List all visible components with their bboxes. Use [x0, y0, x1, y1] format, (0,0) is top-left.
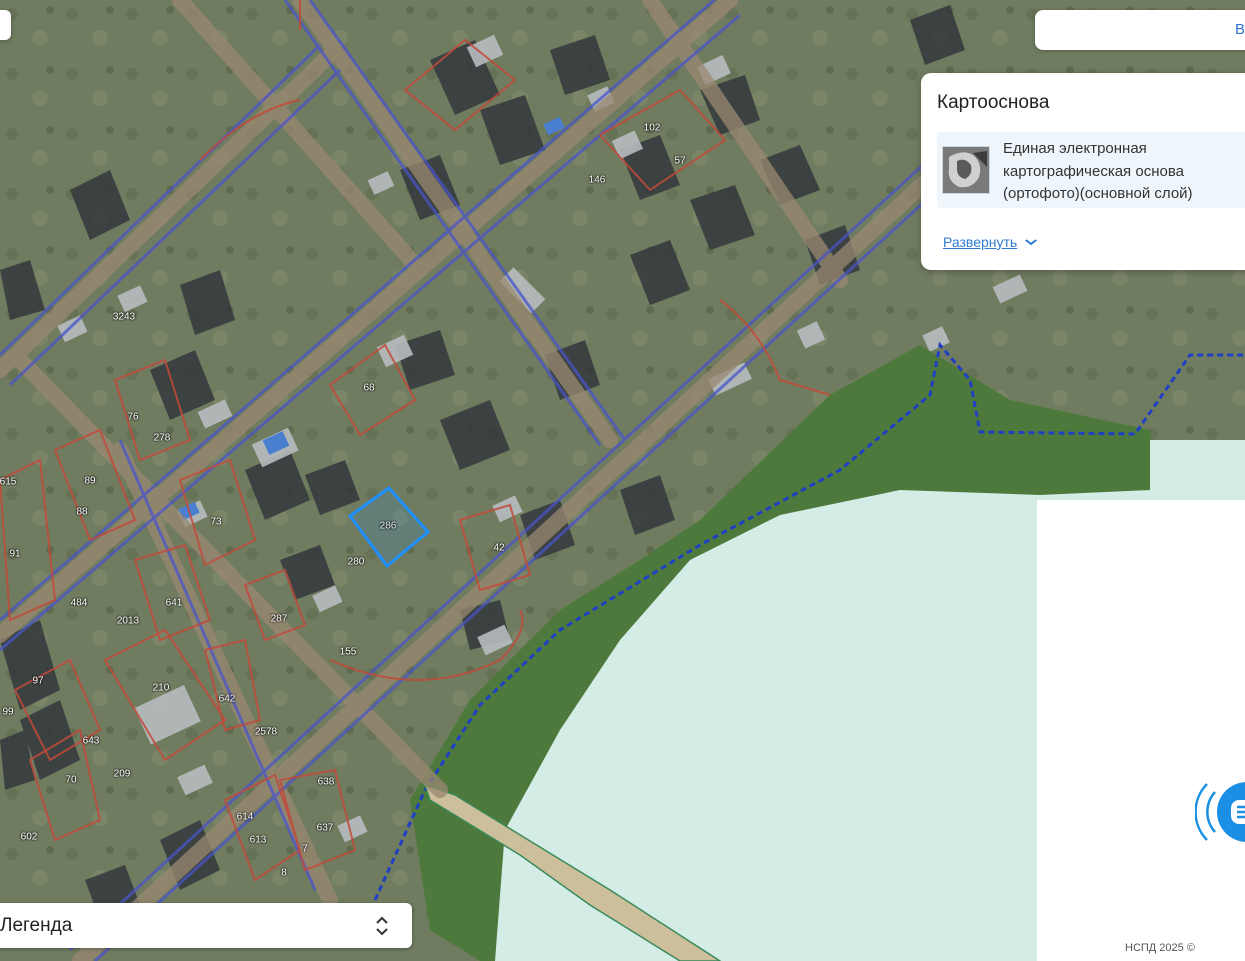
left-panel-toggle[interactable]	[0, 10, 11, 40]
parcel-label[interactable]: 613	[250, 835, 267, 846]
chevron-down-icon[interactable]	[1023, 237, 1039, 247]
parcel-label[interactable]: 615	[0, 477, 16, 488]
parcel-label[interactable]: 638	[318, 777, 335, 788]
parcel-label[interactable]: 280	[348, 557, 365, 568]
parcel-label[interactable]: 88	[76, 507, 87, 518]
parcel-label[interactable]: 637	[317, 823, 334, 834]
unrendered-tile-area	[1037, 500, 1245, 961]
panel-title: Картооснова	[937, 92, 1050, 113]
parcel-label[interactable]: 57	[674, 156, 685, 167]
parcel-label[interactable]: 99	[2, 707, 13, 718]
parcel-label[interactable]: 155	[340, 647, 357, 658]
parcel-label[interactable]: 642	[219, 694, 236, 705]
parcel-label[interactable]: 641	[166, 598, 183, 609]
chat-bubble-icon[interactable]	[1195, 774, 1245, 850]
parcel-label[interactable]: 614	[237, 812, 254, 823]
copyright-text: НСПД 2025 ©	[1125, 942, 1195, 954]
layer-name: Единая электронная картографическая осно…	[1003, 140, 1193, 202]
expand-link[interactable]: Развернуть	[943, 234, 1017, 250]
parcel-label[interactable]: 3243	[113, 312, 135, 323]
parcel-label[interactable]: 146	[589, 175, 606, 186]
basemap-panel: Картооснова Единая электронная картограф…	[921, 73, 1245, 270]
search-bar[interactable]: В	[1035, 10, 1245, 50]
parcel-label[interactable]: 7	[302, 844, 308, 855]
parcel-label[interactable]: 91	[9, 549, 20, 560]
legend-bar[interactable]: Легенда	[0, 903, 412, 948]
orthophoto-thumbnail-icon	[942, 146, 990, 194]
search-bar-text: В	[1235, 21, 1245, 38]
parcel-label[interactable]: 278	[154, 433, 171, 444]
parcel-label-selected[interactable]: 286	[380, 521, 397, 532]
parcel-label[interactable]: 70	[65, 775, 76, 786]
parcel-label[interactable]: 73	[210, 517, 221, 528]
parcel-label[interactable]: 2578	[255, 727, 277, 738]
parcel-label[interactable]: 97	[32, 676, 43, 687]
parcel-label[interactable]: 102	[644, 123, 661, 134]
parcel-label[interactable]: 209	[114, 769, 131, 780]
basemap-layer-item[interactable]: Единая электронная картографическая осно…	[937, 132, 1245, 208]
copyright-badge: НСПД 2025 ©	[1118, 938, 1245, 958]
parcel-label[interactable]: 484	[71, 598, 88, 609]
parcel-label[interactable]: 287	[271, 614, 288, 625]
parcel-label[interactable]: 76	[127, 412, 138, 423]
parcel-label[interactable]: 643	[83, 736, 100, 747]
parcel-label[interactable]: 210	[153, 683, 170, 694]
legend-label: Легенда	[0, 915, 73, 936]
parcel-label[interactable]: 42	[493, 543, 504, 554]
parcel-label[interactable]: 2013	[117, 616, 139, 627]
parcel-label[interactable]: 602	[21, 832, 38, 843]
parcel-label[interactable]: 89	[84, 476, 95, 487]
parcel-label[interactable]: 8	[281, 868, 287, 879]
chevron-up-down-icon[interactable]	[372, 913, 392, 939]
parcel-label[interactable]: 68	[363, 383, 374, 394]
